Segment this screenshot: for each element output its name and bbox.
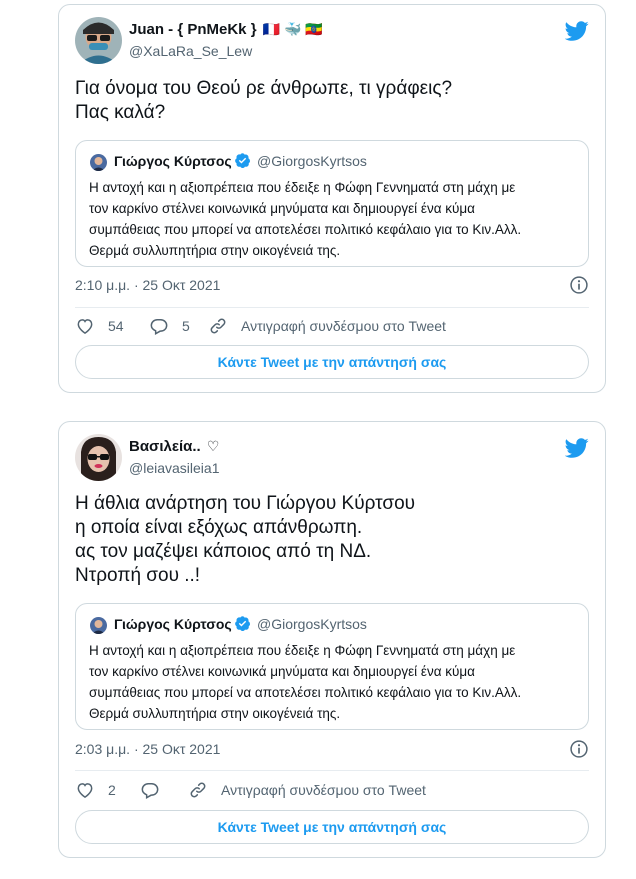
- link-icon: [210, 318, 226, 334]
- like-button[interactable]: 54: [75, 313, 124, 339]
- verified-badge-icon: [235, 616, 251, 632]
- twitter-bird-icon[interactable]: [565, 436, 589, 460]
- tweet-reply-button[interactable]: Κάντε Tweet με την απάντησή σας: [75, 810, 589, 844]
- quoted-avatar: [90, 617, 107, 634]
- heart-icon: [77, 783, 93, 798]
- twitter-bird-icon[interactable]: [565, 19, 589, 43]
- quoted-tweet[interactable]: Γιώργος Κύρτσος @GiorgosKyrtsos Η αντοχή…: [75, 140, 589, 267]
- quoted-author-handle: @GiorgosKyrtsos: [257, 616, 367, 632]
- heart-icon: [77, 319, 93, 334]
- user-handle[interactable]: @XaLaRa_Se_Lew: [129, 43, 252, 59]
- flag-emojis: 🇫🇷 🐳 🇪🇹: [262, 21, 323, 37]
- display-name[interactable]: Juan - { PnMeKk } 🇫🇷 🐳 🇪🇹: [129, 21, 323, 38]
- reply-button[interactable]: [140, 777, 173, 803]
- tweet-timestamp[interactable]: 2:10 μ.μ. · 25 Οκτ 2021: [75, 277, 220, 293]
- copy-link-label: Αντιγραφή συνδέσμου στο Tweet: [241, 318, 446, 334]
- quoted-author-name: Γιώργος Κύρτσος: [114, 616, 232, 632]
- tweet-reply-button[interactable]: Κάντε Tweet με την απάντησή σας: [75, 345, 589, 379]
- tweet-card[interactable]: Βασιλεία.. ♡ @leiavasileia1 Η άθλια ανάρ…: [58, 421, 606, 858]
- verified-badge-icon: [235, 153, 251, 169]
- info-icon[interactable]: [569, 275, 589, 295]
- tweet-text: Η άθλια ανάρτηση του Γιώργου Κύρτσου η ο…: [75, 493, 416, 586]
- quoted-tweet-text: Η αντοχή και η αξιοπρέπεια που έδειξε η …: [89, 180, 522, 258]
- tweet-card[interactable]: Juan - { PnMeKk } 🇫🇷 🐳 🇪🇹 @XaLaRa_Se_Lew…: [58, 4, 606, 393]
- like-count: 54: [108, 318, 124, 334]
- heart-emoji: ♡: [206, 438, 220, 454]
- copy-link-label: Αντιγραφή συνδέσμου στο Tweet: [221, 782, 426, 798]
- avatar[interactable]: [75, 17, 122, 64]
- like-button[interactable]: 2: [75, 777, 116, 803]
- quoted-tweet[interactable]: Γιώργος Κύρτσος @GiorgosKyrtsos Η αντοχή…: [75, 603, 589, 730]
- quoted-author-handle: @GiorgosKyrtsos: [257, 153, 367, 169]
- reply-bubble-icon: [150, 319, 168, 335]
- link-icon: [190, 782, 206, 798]
- copy-link-button[interactable]: Αντιγραφή συνδέσμου στο Tweet: [188, 777, 426, 803]
- reply-button[interactable]: 5: [149, 313, 190, 339]
- quoted-avatar: [90, 154, 107, 171]
- like-count: 2: [108, 782, 116, 798]
- copy-link-button[interactable]: Αντιγραφή συνδέσμου στο Tweet: [208, 313, 446, 339]
- tweet-actions: 54 5 Αντιγραφή συνδέσμου στο Tweet: [75, 313, 589, 339]
- tweet-timestamp[interactable]: 2:03 μ.μ. · 25 Οκτ 2021: [75, 741, 220, 757]
- user-handle[interactable]: @leiavasileia1: [129, 460, 219, 476]
- tweet-actions: 2 Αντιγραφή συνδέσμου στο Tweet: [75, 777, 589, 803]
- quoted-tweet-text: Η αντοχή και η αξιοπρέπεια που έδειξε η …: [89, 643, 522, 721]
- divider: [75, 770, 589, 771]
- divider: [75, 307, 589, 308]
- reply-bubble-icon: [141, 783, 159, 799]
- info-icon[interactable]: [569, 739, 589, 759]
- tweet-text: Για όνομα του Θεού ρε άνθρωπε, τι γράφει…: [75, 78, 453, 123]
- display-name[interactable]: Βασιλεία.. ♡: [129, 438, 219, 455]
- avatar[interactable]: [75, 434, 122, 481]
- quoted-author-name: Γιώργος Κύρτσος: [114, 153, 232, 169]
- reply-count: 5: [182, 318, 190, 334]
